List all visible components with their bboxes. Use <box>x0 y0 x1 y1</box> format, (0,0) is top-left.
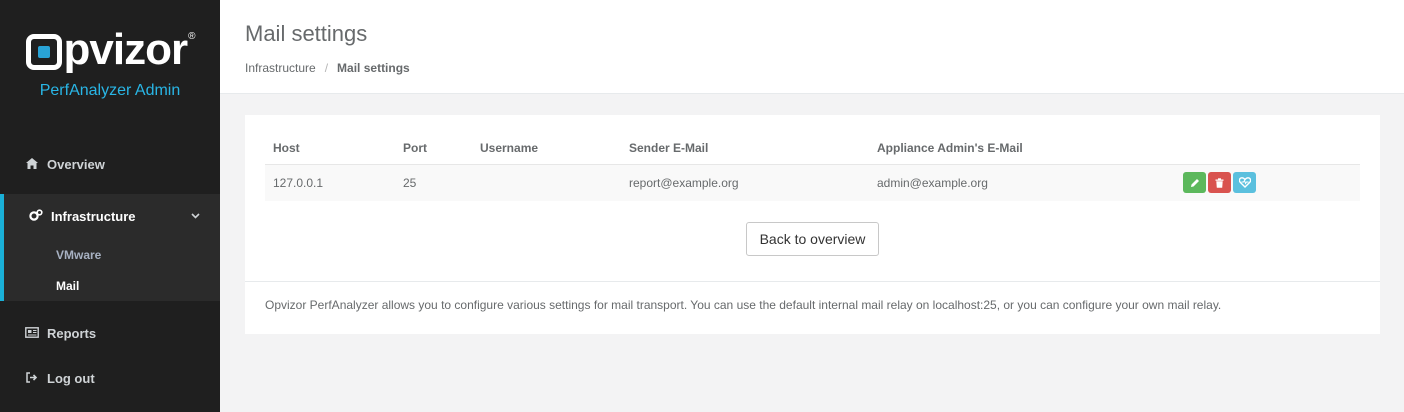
sidebar-item-reports[interactable]: Reports <box>0 311 220 356</box>
opvizor-logo: pvizor ® <box>0 26 220 74</box>
logo-o-mark <box>25 34 62 70</box>
sidebar-item-logout[interactable]: Log out <box>0 356 220 401</box>
sidebar-nav: Overview Infrastructure VMware Mail Repo… <box>0 142 220 401</box>
sidebar-item-overview[interactable]: Overview <box>0 142 220 187</box>
registered-mark: ® <box>188 31 195 42</box>
logo-text: pvizor <box>63 25 189 74</box>
test-mail-button[interactable] <box>1233 172 1256 194</box>
sidebar-item-label: Reports <box>47 326 97 341</box>
edit-button[interactable] <box>1183 172 1206 194</box>
breadcrumb-separator: / <box>324 61 329 75</box>
column-header-host: Host <box>265 132 395 165</box>
breadcrumb-current: Mail settings <box>337 61 410 75</box>
column-header-port: Port <box>395 132 472 165</box>
sidebar-subitem-mail[interactable]: Mail <box>4 270 220 301</box>
table-header-row: Host Port Username Sender E-Mail Applian… <box>265 132 1360 165</box>
cell-username <box>472 164 621 201</box>
sidebar-item-label: Infrastructure <box>51 209 136 224</box>
sidebar-item-label: Log out <box>47 371 95 386</box>
breadcrumb: Infrastructure / Mail settings <box>245 61 1404 75</box>
breadcrumb-link-infrastructure[interactable]: Infrastructure <box>245 61 316 75</box>
sidebar: pvizor ® PerfAnalyzer Admin Overview Inf… <box>0 0 220 412</box>
logo-area: pvizor ® PerfAnalyzer Admin <box>0 0 220 130</box>
sidebar-item-infrastructure[interactable]: Infrastructure <box>4 194 220 239</box>
delete-button[interactable] <box>1208 172 1231 194</box>
back-to-overview-button[interactable]: Back to overview <box>746 222 879 256</box>
sign-out-icon <box>25 371 39 386</box>
column-header-actions <box>1175 132 1360 165</box>
page-header: Mail settings Infrastructure / Mail sett… <box>220 0 1404 94</box>
chevron-down-icon <box>191 211 200 222</box>
home-icon <box>25 157 39 172</box>
pencil-icon <box>1190 178 1199 187</box>
newspaper-icon <box>25 326 39 341</box>
row-actions <box>1183 172 1360 194</box>
sidebar-subitem-vmware[interactable]: VMware <box>4 239 220 270</box>
sidebar-item-label: Overview <box>47 157 105 172</box>
cell-port: 25 <box>395 164 472 201</box>
page-title: Mail settings <box>245 21 368 46</box>
sidebar-group-infrastructure: Infrastructure VMware Mail <box>0 194 220 301</box>
cogs-icon <box>29 209 43 224</box>
info-text: Opvizor PerfAnalyzer allows you to confi… <box>265 298 1222 312</box>
cell-host: 127.0.0.1 <box>265 164 395 201</box>
table-row: 127.0.0.1 25 report@example.org admin@ex… <box>265 164 1360 201</box>
cell-sender-email: report@example.org <box>621 164 869 201</box>
app-subtitle: PerfAnalyzer Admin <box>39 82 181 99</box>
mail-settings-panel: Host Port Username Sender E-Mail Applian… <box>245 115 1380 334</box>
column-header-admin-email: Appliance Admin's E-Mail <box>869 132 1175 165</box>
column-header-sender-email: Sender E-Mail <box>621 132 869 165</box>
trash-icon <box>1215 178 1224 188</box>
heartbeat-icon <box>1238 177 1251 189</box>
cell-actions <box>1175 164 1360 201</box>
cell-admin-email: admin@example.org <box>869 164 1175 201</box>
mail-settings-table: Host Port Username Sender E-Mail Applian… <box>265 132 1360 201</box>
column-header-username: Username <box>472 132 621 165</box>
panel-divider <box>245 281 1380 282</box>
